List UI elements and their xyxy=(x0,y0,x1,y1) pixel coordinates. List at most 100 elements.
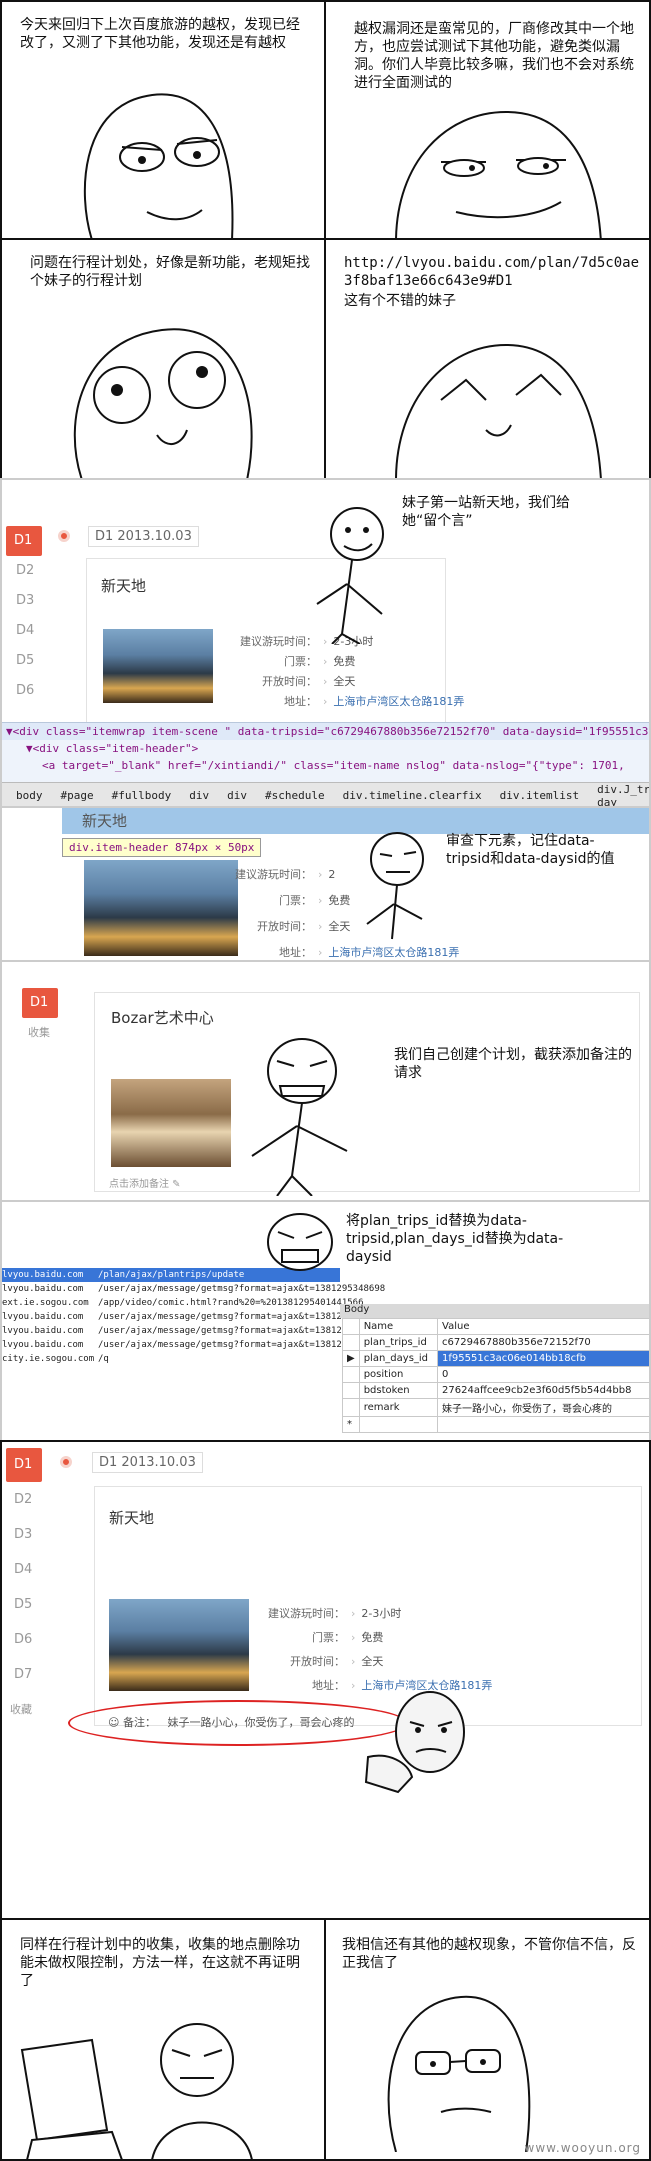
table-row[interactable]: plan_trips_id c6729467880b356e72152f70 xyxy=(342,1334,649,1351)
rage-face-thinking xyxy=(366,832,424,940)
day-tab[interactable]: D7 xyxy=(6,1657,42,1692)
info-row: 门票： › 免费 xyxy=(284,655,356,668)
day-tab[interactable]: D5 xyxy=(6,646,42,676)
request-row[interactable]: ext.ie.sogou.com/app/video/comic.html?ra… xyxy=(2,1296,364,1310)
day-tab[interactable]: D3 xyxy=(6,586,42,616)
place-photo[interactable] xyxy=(111,1079,231,1167)
breadcrumb-item[interactable]: div xyxy=(181,789,217,802)
fav-tab[interactable]: 收集 xyxy=(22,1018,58,1048)
column-header: Name xyxy=(358,1318,439,1335)
rage-face-computer-guy xyxy=(20,2023,253,2159)
element-tooltip: div.item-header 874px × 50px xyxy=(62,838,262,857)
request-body-table: Name Value plan_trips_id c6729467880b356e7… xyxy=(342,1318,649,1433)
place-photo[interactable] xyxy=(103,629,213,703)
panel-11-caption: 我相信还有其他的越权现象，不管你信不信，反正我信了 xyxy=(342,1937,636,1971)
panel-8-caption: 将plan_trips_id替换为data-tripsid,plan_days_… xyxy=(346,1213,564,1265)
request-row[interactable]: lvyou.baidu.com/user/ajax/message/getmsg… xyxy=(2,1324,385,1338)
place-name[interactable]: 新天地 xyxy=(109,1507,154,1528)
day-tab[interactable]: D1 xyxy=(6,526,42,556)
day-tab[interactable]: D6 xyxy=(6,676,42,706)
table-row[interactable]: position 0 xyxy=(342,1366,649,1383)
panel-6-caption: 审查下元素，记住data-tripsid和data-daysid的值 xyxy=(446,833,615,867)
note-text: 妹子一路小心，你受伤了，哥会心疼的 xyxy=(167,1716,355,1729)
column-header: Value xyxy=(437,1318,649,1335)
timeline-dot xyxy=(60,1456,72,1468)
remark-row: ☺ 备注： 妹子一路小心，你受伤了，哥会心疼的 xyxy=(108,1714,354,1730)
rage-face-derp xyxy=(73,328,253,478)
day-tab[interactable]: D2 xyxy=(6,1482,42,1517)
panel-10: 同样在行程计划中的收集，收集的地点删除功能未做权限控制，方法一样，在这就不再证明… xyxy=(0,1918,326,2161)
table-row[interactable]: bdstoken 27624affcee9cb2e3f60d5f5b54d4bb8 xyxy=(342,1382,649,1399)
request-row[interactable]: lvyou.baidu.com/user/ajax/message/getmsg… xyxy=(2,1338,385,1352)
day-tab[interactable]: D5 xyxy=(6,1587,42,1622)
breadcrumb-item[interactable]: div.timeline.clearfix xyxy=(335,789,490,802)
info-row: 建议游玩时间： › 2-3小时 xyxy=(268,1607,402,1620)
body-label: Body xyxy=(340,1304,649,1318)
rage-face-pointing xyxy=(316,507,384,644)
panel-2-caption: 越权漏洞还是蛮常见的，厂商修改其中一个地方，也应尝试测试下其他功能，避免类似漏洞… xyxy=(354,21,634,91)
devtools-panel: ▼<div class="itemwrap item-scene " data-… xyxy=(2,722,649,807)
panel-11: 我相信还有其他的越权现象，不管你信不信，反正我信了 www.wooyun.org xyxy=(324,1918,651,2161)
day-tab[interactable]: D1 xyxy=(22,988,58,1018)
breadcrumb-item[interactable]: #page xyxy=(53,789,102,802)
breadcrumb-item[interactable]: #schedule xyxy=(257,789,333,802)
devtools-line[interactable]: ▼<div class="item-header"> xyxy=(2,740,649,757)
breadcrumb-item[interactable]: div xyxy=(219,789,255,802)
info-row: 开放时间： › 全天 xyxy=(262,675,356,688)
panel-3-caption: 问题在行程计划处，好像是新功能，老规矩找个妹子的行程计划 xyxy=(30,255,310,289)
panel-1-caption: 今天来回归下上次百度旅游的越权，发现已经改了，又测了下其他功能，发现还是有越权 xyxy=(20,17,300,51)
rage-face-skeptical xyxy=(83,93,234,238)
info-row: 开放时间： › 全天 xyxy=(290,1655,384,1668)
day-tab[interactable]: D3 xyxy=(6,1517,42,1552)
breadcrumb-item[interactable]: div.itemlist xyxy=(492,789,587,802)
panel-2: 越权漏洞还是蛮常见的，厂商修改其中一个地方，也应尝试测试下其他功能，避免类似漏洞… xyxy=(324,0,651,240)
rage-face-i-know-that-feel xyxy=(364,1691,465,1794)
panel-4-caption: 这有个不错的妹子 xyxy=(344,293,456,309)
day-tab[interactable]: D4 xyxy=(6,1552,42,1587)
panel-4: http://lvyou.baidu.com/plan/7d5c0ae3f8ba… xyxy=(324,238,651,480)
note-icon: ☺ xyxy=(108,1716,123,1729)
day-tab[interactable]: D2 xyxy=(6,556,42,586)
breadcrumb-item[interactable]: #fullbody xyxy=(104,789,180,802)
info-row: 门票： › 免费 xyxy=(312,1631,384,1644)
watermark: www.wooyun.org xyxy=(524,2141,641,2155)
day-tab[interactable]: D6 xyxy=(6,1622,42,1657)
fav-tab[interactable]: 收藏 xyxy=(6,1692,42,1727)
panel-10-caption: 同样在行程计划中的收集，收集的地点删除功能未做权限控制，方法一样，在这就不再证明… xyxy=(20,1937,300,1989)
place-name[interactable]: 新天地 xyxy=(101,575,146,596)
place-name[interactable]: Bozar艺术中心 xyxy=(111,1007,214,1028)
day-list: D1 D2 D3 D4 D5 D6 D7 收藏 xyxy=(6,1448,42,1727)
request-row[interactable]: lvyou.baidu.com/user/ajax/message/getmsg… xyxy=(2,1310,385,1324)
rage-face-pervert xyxy=(395,343,602,478)
day-list: D1 收集 xyxy=(22,988,58,1048)
day-tab[interactable]: D1 xyxy=(6,1448,42,1482)
place-photo[interactable] xyxy=(109,1599,249,1691)
info-row: 地址： › 上海市卢湾区太仓路181弄 xyxy=(284,695,465,708)
panel-9: D1 D2 D3 D4 D5 D6 D7 收藏 D1 2013.10.03 新天… xyxy=(0,1440,651,1920)
note-hint[interactable]: 点击添加备注 ✎ xyxy=(109,1175,181,1190)
rage-face-rage xyxy=(267,1213,333,1271)
request-row[interactable]: city.ie.sogou.com/q xyxy=(2,1352,340,1366)
info-row: 地址： › 上海市卢湾区太仓路181弄 xyxy=(279,946,460,959)
devtools-breadcrumb: body #page #fullbody div div #schedule d… xyxy=(2,782,649,807)
info-row: 门票： › 免费 xyxy=(279,894,351,907)
place-name-partial: 新天地 xyxy=(82,812,128,830)
panel-6: 新天地 div.item-header 874px × 50px 建议游玩时间：… xyxy=(0,806,651,962)
devtools-line[interactable]: ▼<div class="itemwrap item-scene " data-… xyxy=(2,723,649,740)
panel-3: 问题在行程计划处，好像是新功能，老规矩找个妹子的行程计划 xyxy=(0,238,326,480)
panel-4-url: http://lvyou.baidu.com/plan/7d5c0ae3f8ba… xyxy=(344,255,640,289)
info-row: 建议游玩时间： › 2 xyxy=(235,868,336,881)
table-row[interactable]: remark 妹子一路小心，你受伤了，哥会心疼的 xyxy=(342,1398,649,1417)
place-photo xyxy=(84,860,238,956)
devtools-line[interactable]: <a target="_blank" href="/xintiandi/" cl… xyxy=(2,757,649,774)
rage-face-true-story xyxy=(387,1995,531,2152)
day-tab[interactable]: D4 xyxy=(6,616,42,646)
breadcrumb-item[interactable]: body xyxy=(8,789,51,802)
request-row[interactable]: lvyou.baidu.com/user/ajax/message/getmsg… xyxy=(2,1282,385,1296)
breadcrumb-item[interactable]: div.J_trip-day xyxy=(589,783,649,807)
note-label: 备注： xyxy=(122,1716,156,1729)
day-list: D1 D2 D3 D4 D5 D6 xyxy=(6,526,42,706)
timeline-dot xyxy=(58,530,70,542)
table-row[interactable]: ▶ plan_days_id 1f95551c3ac06e014bb18cfb xyxy=(342,1350,649,1367)
date-tag: D1 2013.10.03 xyxy=(92,1452,203,1473)
